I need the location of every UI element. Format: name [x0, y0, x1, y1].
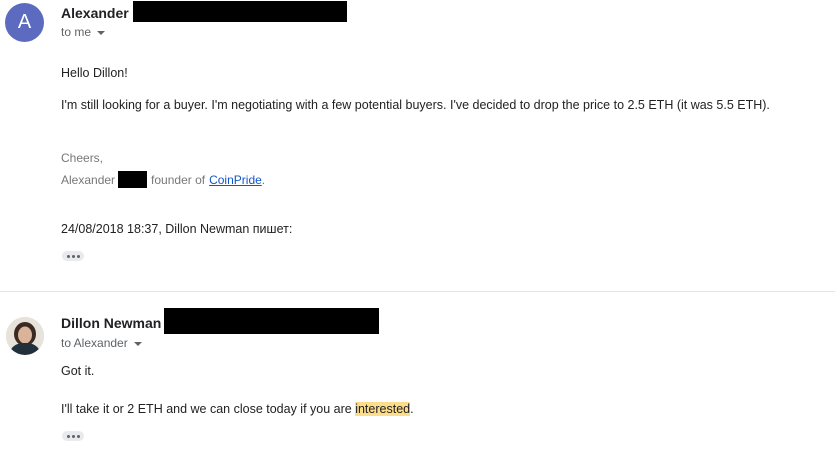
sender-avatar-photo[interactable]: [6, 317, 44, 355]
recipient-label: to Alexander: [61, 336, 128, 350]
highlighted-word: interested: [355, 402, 411, 416]
reply-text: I'll take it or 2 ETH and we can close t…: [61, 402, 356, 416]
quoted-header: 24/08/2018 18:37, Dillon Newman пишет:: [61, 222, 293, 236]
chevron-down-icon[interactable]: [97, 30, 106, 35]
show-trimmed-content-button[interactable]: [62, 431, 84, 441]
reply-line-1: Got it.: [61, 364, 95, 378]
ellipsis-dot: [76, 434, 80, 438]
ellipsis-dot: [76, 254, 80, 258]
ellipsis-dot: [71, 254, 75, 258]
sender-avatar[interactable]: A: [5, 3, 44, 42]
recipient-dropdown[interactable]: to Alexander: [61, 336, 142, 350]
ellipsis-icon: [66, 254, 70, 258]
sender-name[interactable]: Alexander: [61, 5, 129, 21]
signature-closing: Cheers,: [61, 151, 104, 165]
redacted-email: [133, 1, 347, 22]
person-photo-icon: [6, 317, 44, 355]
recipient-dropdown[interactable]: to me: [61, 25, 106, 39]
reply-line-2: I'll take it or 2 ETH and we can close t…: [61, 402, 414, 416]
recipient-label: to me: [61, 25, 92, 39]
greeting-text: Hello Dillon!: [61, 66, 128, 80]
ellipsis-icon: [66, 434, 70, 438]
coinpride-link[interactable]: CoinPride: [209, 173, 262, 187]
show-trimmed-content-button[interactable]: [62, 251, 84, 261]
sender-name[interactable]: Dillon Newman: [61, 315, 161, 331]
avatar-letter: A: [17, 11, 32, 33]
signature-period: .: [261, 172, 266, 187]
reply-period: .: [410, 402, 414, 416]
redacted-surname: [118, 171, 148, 188]
signature-line: Alexander founder of CoinPride .: [61, 171, 265, 188]
signature-name: Alexander: [61, 172, 116, 187]
chevron-down-icon[interactable]: [133, 341, 142, 346]
redacted-email: [164, 308, 379, 334]
signature-founder-text: founder of: [151, 172, 206, 187]
message-divider: [0, 291, 835, 292]
message-body: I'm still looking for a buyer. I'm negot…: [61, 98, 770, 112]
ellipsis-dot: [71, 434, 75, 438]
